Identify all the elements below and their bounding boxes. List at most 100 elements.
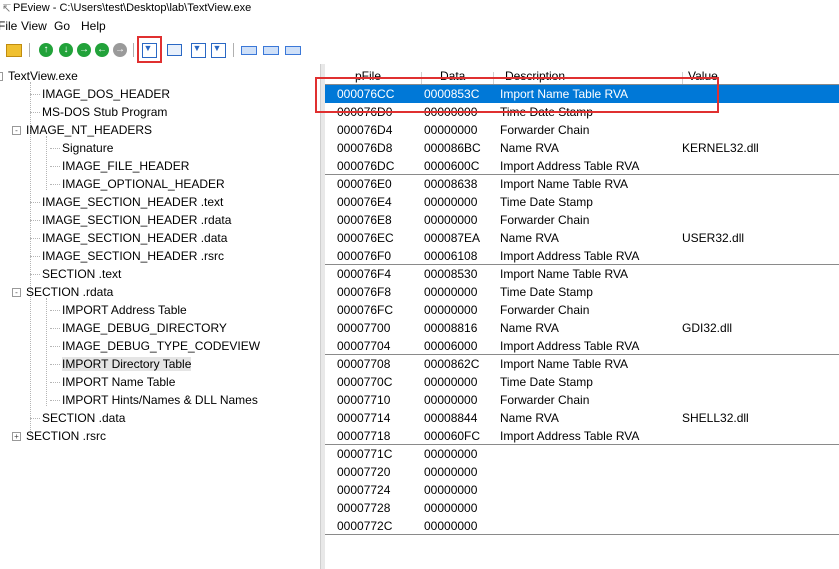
highlight-box-row bbox=[315, 77, 719, 113]
table-row[interactable]: 000076DC 0000600C Import Address Table RVA bbox=[325, 157, 839, 175]
tree-item[interactable]: IMAGE_SECTION_HEADER .data bbox=[42, 229, 227, 247]
tree-item[interactable]: IMPORT Address Table bbox=[62, 301, 187, 319]
view-word-icon[interactable] bbox=[263, 42, 279, 58]
table-row[interactable]: 00007700 00008816 Name RVA GDI32.dll bbox=[325, 319, 839, 337]
table-row[interactable]: 0000772C 00000000 bbox=[325, 517, 839, 535]
expand-icon[interactable]: + bbox=[12, 432, 21, 441]
description-cell: Import Address Table RVA bbox=[500, 429, 640, 443]
tree-item[interactable]: SECTION .rsrc bbox=[26, 427, 106, 445]
table-row[interactable]: 00007714 00008844 Name RVA SHELL32.dll bbox=[325, 409, 839, 427]
data-cell: 00000000 bbox=[424, 501, 478, 515]
up-icon[interactable]: → bbox=[76, 42, 92, 58]
tree-item[interactable]: IMAGE_DEBUG_DIRECTORY bbox=[62, 319, 227, 337]
tree-item[interactable]: IMAGE_DEBUG_TYPE_CODEVIEW bbox=[62, 337, 260, 355]
tree-item[interactable]: IMPORT Name Table bbox=[62, 373, 175, 391]
tree-item[interactable]: IMAGE_FILE_HEADER bbox=[62, 157, 189, 175]
data-cell: 00000000 bbox=[424, 285, 478, 299]
view-byte-icon[interactable] bbox=[241, 42, 257, 58]
data-cell: 0000600C bbox=[424, 159, 480, 173]
envelope-icon[interactable] bbox=[166, 42, 182, 58]
table-row[interactable]: 00007718 000060FC Import Address Table RVA bbox=[325, 427, 839, 445]
table-row[interactable]: 000076E4 00000000 Time Date Stamp bbox=[325, 193, 839, 211]
pfile-cell: 00007718 bbox=[337, 429, 391, 443]
menu-file[interactable]: File bbox=[0, 19, 17, 33]
tree-item-label: SECTION .text bbox=[42, 267, 122, 281]
table-row[interactable]: 000076FC 00000000 Forwarder Chain bbox=[325, 301, 839, 319]
collapse-icon[interactable]: - bbox=[0, 72, 3, 81]
table-row[interactable]: 000076EC 000087EA Name RVA USER32.dll bbox=[325, 229, 839, 247]
tree-item-label: Signature bbox=[62, 141, 114, 155]
table-row[interactable]: 00007720 00000000 bbox=[325, 463, 839, 481]
pfile-cell: 00007704 bbox=[337, 339, 391, 353]
description-cell: Import Address Table RVA bbox=[500, 249, 640, 263]
table-row[interactable]: 000076E8 00000000 Forwarder Chain bbox=[325, 211, 839, 229]
description-cell: Import Address Table RVA bbox=[500, 339, 640, 353]
table-row[interactable]: 0000770C 00000000 Time Date Stamp bbox=[325, 373, 839, 391]
back-alt-icon[interactable]: ← bbox=[94, 42, 110, 58]
tree-item[interactable]: IMAGE_NT_HEADERS bbox=[26, 121, 152, 139]
tree-item[interactable]: IMAGE_DOS_HEADER bbox=[42, 85, 170, 103]
tree-item[interactable]: IMAGE_SECTION_HEADER .rsrc bbox=[42, 247, 224, 265]
tree-item-label: IMAGE_SECTION_HEADER .data bbox=[42, 231, 228, 245]
data-cell: 00008816 bbox=[424, 321, 478, 335]
value-cell: GDI32.dll bbox=[682, 321, 733, 335]
tree-item[interactable]: Signature bbox=[62, 139, 113, 157]
tree-item[interactable]: IMPORT Directory Table bbox=[62, 355, 192, 373]
collapse-icon[interactable]: - bbox=[12, 126, 21, 135]
open-folder-icon[interactable] bbox=[6, 42, 22, 58]
pfile-cell: 00007710 bbox=[337, 393, 391, 407]
table-row[interactable]: 000076E0 00008638 Import Name Table RVA bbox=[325, 175, 839, 193]
tree-item-label: IMAGE_DEBUG_TYPE_CODEVIEW bbox=[62, 339, 261, 353]
table-row[interactable]: 00007728 00000000 bbox=[325, 499, 839, 517]
tree-item[interactable]: IMPORT Hints/Names & DLL Names bbox=[62, 391, 258, 409]
table-row[interactable]: 000076F0 00006108 Import Address Table RVA bbox=[325, 247, 839, 265]
tree-guide bbox=[30, 202, 40, 203]
data-cell: 00008530 bbox=[424, 267, 478, 281]
tree-item[interactable]: MS-DOS Stub Program bbox=[42, 103, 167, 121]
back-icon[interactable]: ↑ bbox=[38, 42, 54, 58]
download-down-icon[interactable] bbox=[210, 42, 226, 58]
toolbar: ↑ ↓ → ← → bbox=[0, 36, 839, 64]
tree-item[interactable]: IMAGE_SECTION_HEADER .text bbox=[42, 193, 223, 211]
table-row[interactable]: 00007704 00006000 Import Address Table RVA bbox=[325, 337, 839, 355]
tree-item[interactable]: TextView.exe bbox=[8, 67, 78, 85]
group-divider bbox=[325, 534, 839, 535]
table-row[interactable]: 000076D8 000086BC Name RVA KERNEL32.dll bbox=[325, 139, 839, 157]
pfile-cell: 000076F0 bbox=[337, 249, 392, 263]
data-cell: 00008638 bbox=[424, 177, 478, 191]
menu-go[interactable]: Go bbox=[54, 19, 70, 33]
value-cell: KERNEL32.dll bbox=[682, 141, 759, 155]
download-up-icon[interactable] bbox=[190, 42, 206, 58]
tree-item[interactable]: SECTION .data bbox=[42, 409, 125, 427]
tree-item[interactable]: SECTION .rdata bbox=[26, 283, 113, 301]
tree-guide bbox=[46, 298, 47, 406]
pfile-cell: 0000770C bbox=[337, 375, 393, 389]
table-row[interactable]: 00007724 00000000 bbox=[325, 481, 839, 499]
data-cell: 000087EA bbox=[424, 231, 481, 245]
table-row[interactable]: 000076F8 00000000 Time Date Stamp bbox=[325, 283, 839, 301]
forward-icon[interactable]: ↓ bbox=[58, 42, 74, 58]
tree-pane[interactable]: TextView.exe-IMAGE_DOS_HEADERMS-DOS Stub… bbox=[0, 64, 320, 569]
nav-icon[interactable]: → bbox=[112, 42, 128, 58]
menu-help[interactable]: Help bbox=[81, 19, 106, 33]
detail-pane[interactable]: pFile Data Description Value 000076CC 000… bbox=[315, 64, 839, 569]
pfile-cell: 000076F4 bbox=[337, 267, 392, 281]
table-row[interactable]: 00007710 00000000 Forwarder Chain bbox=[325, 391, 839, 409]
tree-guide bbox=[30, 256, 40, 257]
view-dword-icon[interactable] bbox=[285, 42, 301, 58]
pfile-cell: 00007720 bbox=[337, 465, 391, 479]
description-cell: Forwarder Chain bbox=[500, 213, 590, 227]
tree-item[interactable]: IMAGE_OPTIONAL_HEADER bbox=[62, 175, 225, 193]
table-row[interactable]: 00007708 0000862C Import Name Table RVA bbox=[325, 355, 839, 373]
menu-view[interactable]: View bbox=[21, 19, 47, 33]
pfile-cell: 000076D4 bbox=[337, 123, 393, 137]
table-row[interactable]: 0000771C 00000000 bbox=[325, 445, 839, 463]
tree-item-label: IMAGE_SECTION_HEADER .rsrc bbox=[42, 249, 225, 263]
tree-item[interactable]: SECTION .text bbox=[42, 265, 121, 283]
table-row[interactable]: 000076D4 00000000 Forwarder Chain bbox=[325, 121, 839, 139]
data-cell: 00000000 bbox=[424, 375, 478, 389]
tree-item[interactable]: IMAGE_SECTION_HEADER .rdata bbox=[42, 211, 231, 229]
collapse-icon[interactable]: - bbox=[12, 288, 21, 297]
pfile-cell: 000076E4 bbox=[337, 195, 392, 209]
table-row[interactable]: 000076F4 00008530 Import Name Table RVA bbox=[325, 265, 839, 283]
